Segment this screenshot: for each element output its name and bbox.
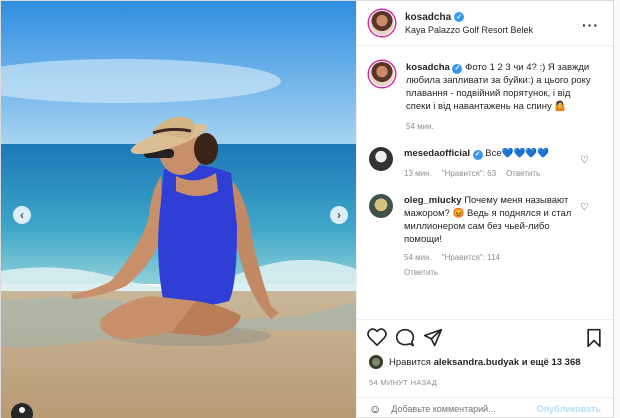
author-username[interactable]: kosadcha — [405, 12, 451, 23]
next-photo-button[interactable]: › — [330, 206, 348, 224]
author-avatar[interactable] — [369, 10, 395, 36]
caption: kosadcha ✓ Фото 1 2 3 чи 4? :) Я завжди … — [369, 61, 601, 133]
comment-likes[interactable]: "Нравится": 63 — [442, 167, 496, 180]
bookmark-icon[interactable] — [585, 328, 603, 348]
comment-text: Все — [485, 148, 502, 159]
likes-summary: Нравится aleksandra.budyak и ещё 13 368 — [369, 355, 581, 369]
share-icon[interactable] — [423, 328, 443, 348]
emoji-icon[interactable]: ☺ — [369, 402, 381, 416]
post-card: ‹ › kosadcha ✓ Kaya Palazzo Golf Resort … — [0, 0, 614, 418]
comment-icon[interactable] — [395, 328, 415, 348]
post-sidebar: kosadcha ✓ Kaya Palazzo Golf Resort Bele… — [356, 1, 613, 418]
commenter-avatar[interactable] — [369, 147, 393, 171]
publish-button[interactable]: Опубликовать — [537, 404, 601, 414]
action-bar — [357, 319, 613, 355]
post-location[interactable]: Kaya Palazzo Golf Resort Belek — [405, 25, 533, 35]
more-options-icon[interactable]: ··· — [582, 17, 599, 33]
liker-username[interactable]: aleksandra.budyak — [434, 357, 520, 368]
liker-avatar[interactable] — [369, 355, 383, 369]
comment-username[interactable]: mesedaofficial — [404, 148, 470, 159]
comment-item: mesedaofficial ✓ Все💙💙💙💙 13 мин. "Нравит… — [369, 147, 601, 180]
verified-badge-icon: ✓ — [452, 63, 463, 74]
post-photo[interactable]: ‹ › — [1, 1, 356, 418]
comments-list: kosadcha ✓ Фото 1 2 3 чи 4? :) Я завжди … — [357, 47, 613, 317]
comment-likes[interactable]: "Нравится": 114 — [442, 251, 500, 264]
caption-username[interactable]: kosadcha — [406, 62, 450, 73]
comment-username[interactable]: oleg_mlucky — [404, 195, 462, 206]
post-timestamp: 54 МИНУТ НАЗАД — [369, 378, 438, 387]
like-comment-heart-icon[interactable]: ♡ — [580, 155, 589, 166]
comment-emoji: 💙💙💙💙 — [501, 148, 549, 159]
caption-time: 54 мин. — [406, 122, 434, 131]
comment-time: 13 мин. — [404, 169, 432, 178]
verified-badge-icon: ✓ — [454, 12, 465, 22]
likes-prefix: Нравится — [389, 356, 431, 368]
reply-button[interactable]: Ответить — [404, 266, 438, 279]
add-comment-row: ☺ Опубликовать — [357, 397, 613, 418]
post-header: kosadcha ✓ Kaya Palazzo Golf Resort Bele… — [357, 1, 613, 46]
previous-photo-button[interactable]: ‹ — [13, 206, 31, 224]
likes-count[interactable]: и ещё 13 368 — [522, 357, 581, 368]
comment-time: 54 мин. — [404, 253, 432, 262]
commenter-avatar[interactable] — [369, 194, 393, 218]
like-comment-heart-icon[interactable]: ♡ — [580, 202, 589, 213]
reply-button[interactable]: Ответить — [506, 167, 540, 180]
comment-input[interactable] — [391, 403, 502, 414]
comment-item: oleg_mlucky Почему меня называют мажором… — [369, 194, 601, 279]
tagged-user-icon[interactable] — [11, 403, 33, 418]
beach-photo — [1, 1, 356, 418]
caption-avatar[interactable] — [369, 61, 395, 87]
verified-badge-icon: ✓ — [472, 149, 483, 160]
heart-icon[interactable] — [367, 328, 387, 346]
